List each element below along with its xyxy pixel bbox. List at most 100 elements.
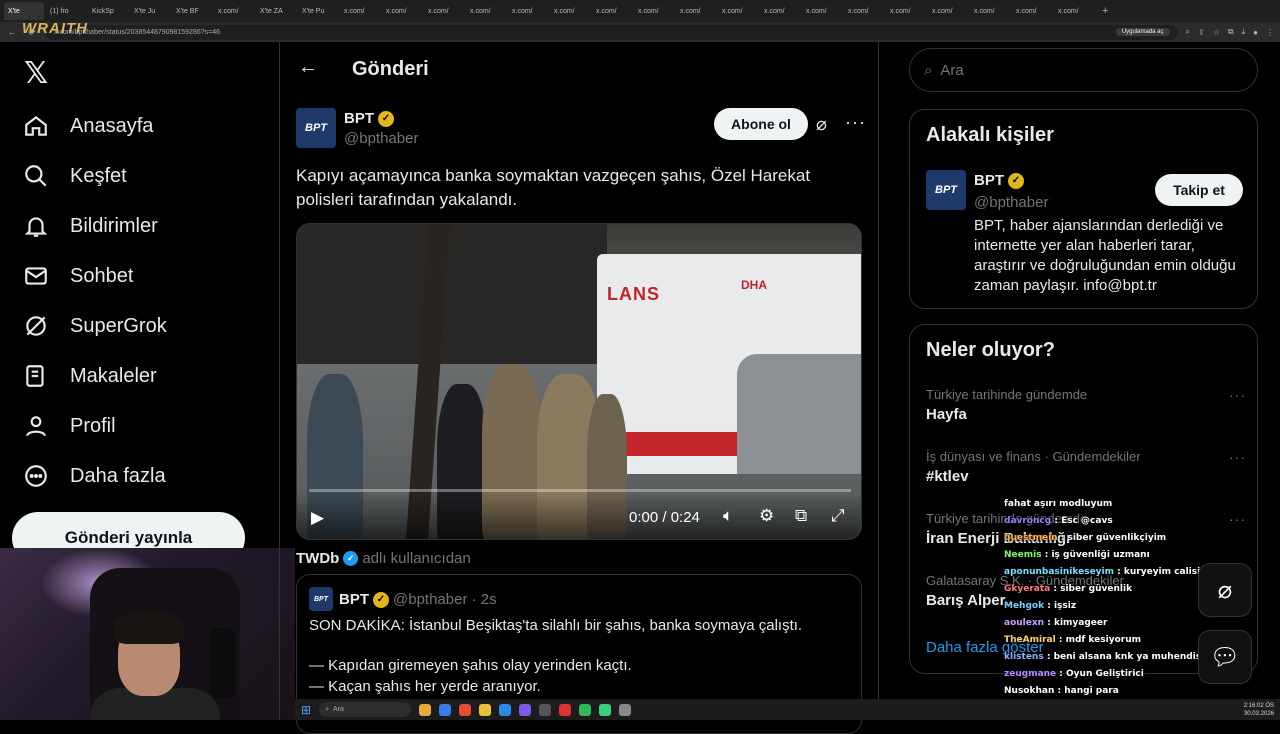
browser-tab[interactable]: x.com/ — [340, 2, 380, 20]
address-bar[interactable]: x.com/bptthaber/status/20385448790981592… — [46, 24, 1178, 40]
follow-button[interactable]: Takip et — [1155, 174, 1243, 206]
nav-item-more-circle[interactable]: Daha fazla — [22, 458, 166, 494]
chat-text: işsiz — [1053, 601, 1077, 611]
grok-fab-icon[interactable]: ⌀ — [1198, 563, 1252, 617]
related-person-name[interactable]: BPT ✓ — [974, 172, 1024, 189]
nav-item-user[interactable]: Profil — [22, 408, 116, 444]
profile-avatar-icon[interactable]: ● — [1253, 28, 1258, 37]
browser-tab[interactable]: X'te — [4, 2, 44, 20]
tweet-video-player[interactable]: LANS DHA ▶ 0:00 / 0:24 🔈︎ ⚙ ⧉ ⤢ — [296, 223, 862, 540]
taskbar-app-icon[interactable] — [559, 703, 572, 716]
quoted-author-avatar[interactable]: BPT — [309, 587, 333, 611]
new-tab-icon[interactable]: + — [1096, 5, 1114, 17]
more-options-icon[interactable]: ··· — [845, 112, 866, 133]
chat-text: Esc @cavs — [1061, 516, 1113, 526]
quoted-author-name[interactable]: BPT — [339, 591, 369, 608]
browser-tab[interactable]: x.com/ — [844, 2, 884, 20]
pip-icon[interactable]: ⧉ — [795, 506, 807, 526]
browser-tab[interactable]: x.com/ — [1012, 2, 1052, 20]
tweet-author-avatar[interactable]: BPT — [296, 108, 336, 148]
browser-tab[interactable]: X'te BF — [172, 2, 212, 20]
chat-message: fahat aşırı modluyum — [1004, 496, 1234, 513]
taskbar-app-icon[interactable] — [499, 703, 512, 716]
nav-item-search[interactable]: Keşfet — [22, 158, 127, 194]
browser-tab[interactable]: x.com/ — [424, 2, 464, 20]
x-logo-icon[interactable]: 𝕏 — [24, 56, 48, 91]
browser-tab[interactable]: x.com/ — [550, 2, 590, 20]
browser-tab[interactable]: x.com/ — [382, 2, 422, 20]
trend-item[interactable]: Türkiye tarihinde gündemde Hayfa ··· — [926, 387, 1246, 423]
browser-tab[interactable]: x.com/ — [970, 2, 1010, 20]
browser-tab[interactable]: x.com/ — [466, 2, 506, 20]
browser-tab[interactable]: x.com/ — [634, 2, 674, 20]
chat-message: davroncg : Esc @cavs — [1004, 513, 1234, 530]
browser-menu-icon[interactable]: ⋮ — [1266, 28, 1274, 37]
fullscreen-icon[interactable]: ⤢ — [831, 506, 845, 526]
nav-item-bell[interactable]: Bildirimler — [22, 208, 158, 244]
windows-start-icon[interactable]: ⊞ — [301, 703, 311, 717]
chrome-app-icon[interactable] — [459, 703, 472, 716]
browser-tab[interactable]: x.com/ — [718, 2, 758, 20]
taskbar-clock[interactable]: 2:16:02 ÖS 30.03.2026 — [1244, 702, 1274, 718]
browser-tab[interactable]: x.com/ — [886, 2, 926, 20]
related-person-handle[interactable]: @bpthaber — [974, 194, 1048, 211]
chat-message: aoulexn : kimyageer — [1004, 615, 1234, 632]
file-explorer-icon[interactable] — [479, 703, 492, 716]
browser-tab[interactable]: x.com/ — [760, 2, 800, 20]
taskbar-search[interactable]: ⌕ Ara — [319, 702, 412, 717]
browser-toolbar: ← ⟳ x.com/bptthaber/status/2038544879098… — [0, 22, 1280, 42]
nav-item-mail[interactable]: Sohbet — [22, 258, 133, 294]
trend-more-icon[interactable]: ··· — [1229, 387, 1246, 403]
spotify-icon[interactable] — [579, 703, 592, 716]
article-icon — [22, 362, 50, 390]
taskbar-app-icon[interactable] — [439, 703, 452, 716]
browser-tab[interactable]: KickSp — [88, 2, 128, 20]
discord-icon[interactable] — [519, 703, 532, 716]
search-input[interactable]: ⌕ Ara — [909, 48, 1258, 92]
nav-item-grok[interactable]: SuperGrok — [22, 308, 167, 344]
volume-icon[interactable]: 🔈︎ — [723, 506, 733, 526]
bookmark-star-icon[interactable]: ☆ — [1213, 28, 1220, 37]
trend-more-icon[interactable]: ··· — [1229, 449, 1246, 465]
browser-tab[interactable]: x.com/ — [508, 2, 548, 20]
bell-icon — [22, 212, 50, 240]
repost-user-name[interactable]: TWDb — [296, 550, 339, 567]
extensions-icon[interactable]: ⧉ — [1228, 27, 1234, 37]
grok-icon[interactable]: ⌀ — [816, 114, 827, 135]
browser-tab[interactable]: X'te Ju — [130, 2, 170, 20]
tweet-author-handle[interactable]: @bpthaber — [344, 130, 418, 147]
messages-fab-icon[interactable]: 💬︎ — [1198, 630, 1252, 684]
settings-gear-icon[interactable]: ⚙ — [759, 506, 774, 526]
browser-tab[interactable]: (1) fro — [46, 2, 86, 20]
taskbar-app-icon[interactable] — [619, 703, 632, 716]
browser-tab[interactable]: x.com/ — [592, 2, 632, 20]
browser-tab[interactable]: x.com/ — [802, 2, 842, 20]
browser-tab[interactable]: x.com/ — [676, 2, 716, 20]
chat-separator: : — [1043, 652, 1054, 662]
trend-item[interactable]: İş dünyası ve finans · Gündemdekiler #ktl… — [926, 449, 1246, 485]
nav-item-home[interactable]: Anasayfa — [22, 108, 153, 144]
video-progress-bar[interactable] — [309, 489, 851, 492]
open-in-app-button[interactable]: Uygulamada aç — [1115, 28, 1170, 36]
related-person-avatar[interactable]: BPT — [926, 170, 966, 210]
subscribe-button[interactable]: Abone ol — [714, 108, 808, 140]
browser-tab[interactable]: x.com/ — [928, 2, 968, 20]
nav-item-article[interactable]: Makaleler — [22, 358, 157, 394]
search-icon: ⌕ — [325, 705, 329, 713]
browser-back-icon[interactable]: ← — [6, 27, 18, 37]
share-icon[interactable]: ⇪ — [1198, 28, 1205, 37]
tweet-author-name[interactable]: BPT ✓ — [344, 110, 394, 127]
browser-tab[interactable]: X'te ZA — [256, 2, 296, 20]
back-arrow-icon[interactable]: ← — [298, 56, 318, 79]
taskbar-app-icon[interactable] — [539, 703, 552, 716]
quoted-tweet-line: — Kapıdan giremeyen şahıs olay yerinden … — [309, 657, 632, 674]
zoom-icon[interactable]: ⌕ — [1186, 27, 1190, 37]
browser-tab[interactable]: x.com/ — [214, 2, 254, 20]
browser-tab[interactable]: x.com/ — [1054, 2, 1094, 20]
play-icon[interactable]: ▶ — [311, 508, 329, 527]
browser-tab[interactable]: X'te Pu — [298, 2, 338, 20]
taskbar-app-icon[interactable] — [419, 703, 432, 716]
download-icon[interactable]: ⤓ — [1242, 27, 1246, 37]
taskbar-app-icon[interactable] — [599, 703, 612, 716]
home-icon — [22, 112, 50, 140]
